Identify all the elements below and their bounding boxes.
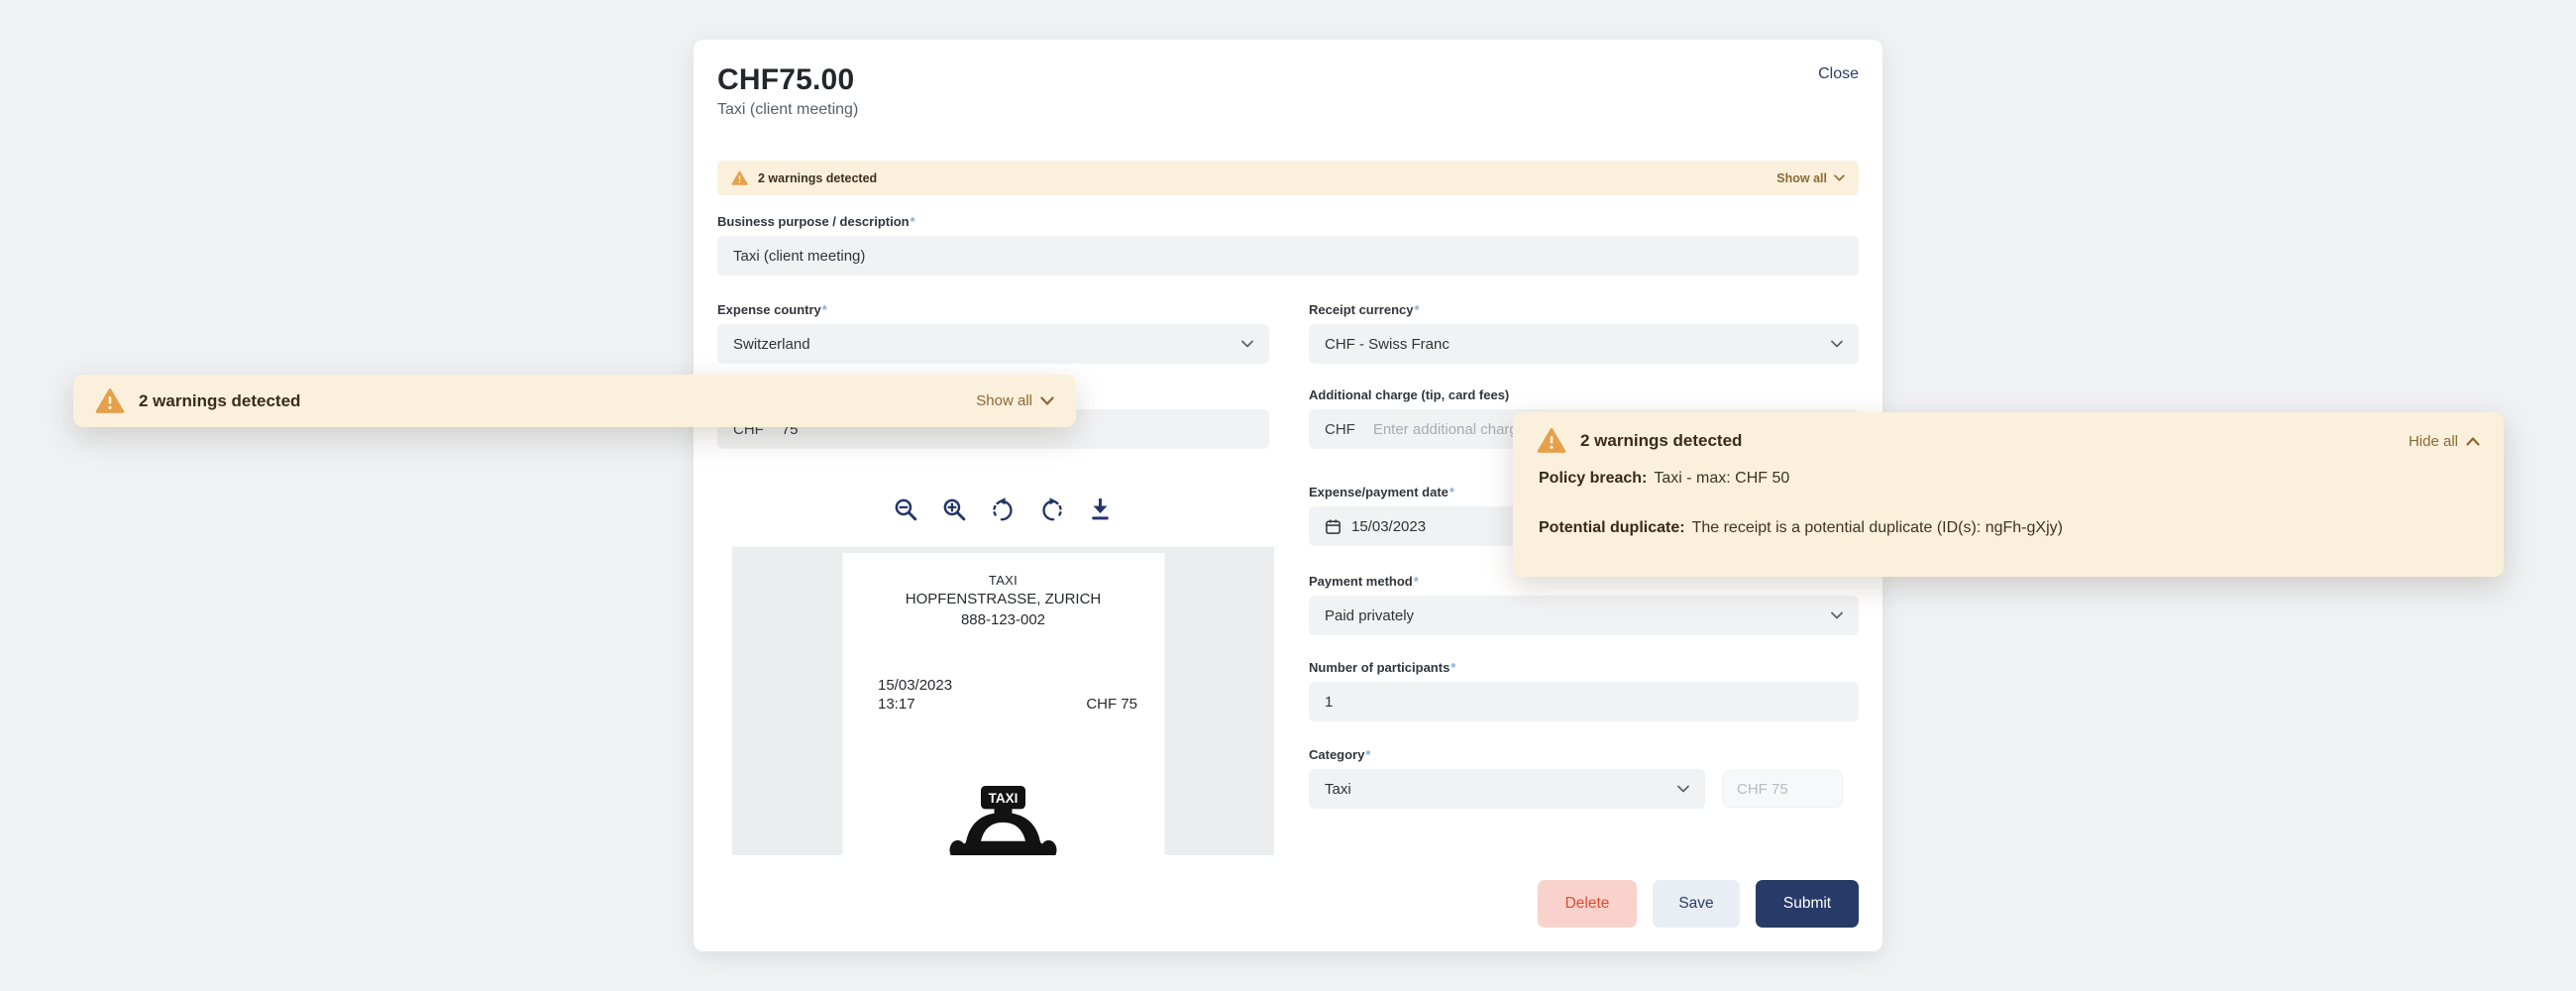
zoom-in-icon: [941, 496, 968, 523]
receipt-image: TAXI HOPFENSTRASSE, ZURICH 888-123-002 1…: [842, 553, 1164, 855]
category-value: Taxi: [1325, 781, 1351, 798]
category-amount-hint: CHF 75: [1722, 770, 1843, 808]
payment-method-select[interactable]: Paid privately: [1309, 596, 1859, 635]
chevron-down-icon: [1677, 785, 1689, 793]
banner-warning-text: 2 warnings detected: [758, 171, 877, 185]
required-mark: *: [822, 302, 827, 317]
payment-method-label: Payment method*: [1309, 574, 1419, 589]
save-button[interactable]: Save: [1653, 880, 1740, 928]
popover-warning-text: 2 warnings detected: [139, 391, 300, 411]
receipt-currency-select[interactable]: CHF - Swiss Franc: [1309, 324, 1859, 364]
warning-icon: [731, 170, 748, 186]
receipt-number: 888-123-002: [842, 611, 1164, 628]
category-label: Category*: [1309, 747, 1370, 762]
download-button[interactable]: [1087, 496, 1115, 523]
page-background: CHF75.00 Taxi (client meeting) Close 2 w…: [0, 0, 2576, 991]
required-mark: *: [1449, 485, 1454, 499]
business-purpose-label: Business purpose / description*: [717, 214, 915, 229]
warning-icon: [1537, 427, 1566, 455]
receipt-currency-value: CHF - Swiss Franc: [1325, 336, 1449, 353]
expense-date-value: 15/03/2023: [1351, 518, 1426, 535]
warnings-popover-expanded: 2 warnings detected Hide all Policy brea…: [1513, 412, 2504, 577]
popover-show-all-button[interactable]: Show all: [976, 392, 1054, 409]
popover-warning-text: 2 warnings detected: [1580, 431, 1742, 451]
zoom-out-button[interactable]: [893, 496, 920, 523]
page-title: CHF75.00: [717, 63, 854, 97]
chevron-up-icon: [2466, 437, 2480, 446]
warnings-popover-collapsed: 2 warnings detected Show all: [73, 375, 1076, 427]
category-select[interactable]: Taxi: [1309, 769, 1705, 809]
download-icon: [1087, 496, 1114, 523]
delete-button[interactable]: Delete: [1538, 880, 1637, 928]
expense-country-value: Switzerland: [733, 336, 810, 353]
calendar-icon: [1325, 518, 1342, 535]
required-mark: *: [911, 214, 915, 229]
chevron-down-icon: [1040, 396, 1054, 405]
receipt-viewer-toolbar: [732, 495, 1274, 524]
receipt-date: 15/03/2023: [878, 677, 952, 694]
warning-item-policy-breach: Policy breach:Taxi - max: CHF 50: [1539, 468, 2480, 490]
receipt-address: HOPFENSTRASSE, ZURICH: [842, 591, 1164, 607]
rotate-counterclockwise-icon: [990, 496, 1017, 523]
zoom-out-icon: [893, 496, 919, 523]
receipt-amount: CHF 75: [1086, 696, 1137, 713]
required-mark: *: [1450, 660, 1455, 675]
modal-subtitle: Taxi (client meeting): [717, 101, 858, 119]
participants-value: 1: [1325, 694, 1333, 711]
chevron-down-icon: [1831, 611, 1843, 619]
submit-button[interactable]: Submit: [1756, 880, 1859, 928]
required-mark: *: [1414, 574, 1419, 589]
banner-show-all-button[interactable]: Show all: [1776, 171, 1845, 185]
payment-method-value: Paid privately: [1325, 607, 1414, 624]
banner-show-all-label: Show all: [1776, 171, 1827, 185]
required-mark: *: [1365, 747, 1370, 762]
expense-country-label: Expense country*: [717, 302, 827, 317]
participants-label: Number of participants*: [1309, 660, 1455, 675]
close-button[interactable]: Close: [1818, 65, 1859, 83]
popover-header: 2 warnings detected Hide all: [1537, 427, 2480, 455]
warning-item-potential-duplicate: Potential duplicate:The receipt is a pot…: [1539, 517, 2480, 539]
receipt-merchant: TAXI: [842, 573, 1164, 588]
rotate-counterclockwise-button[interactable]: [990, 496, 1018, 523]
expense-date-label: Expense/payment date*: [1309, 485, 1454, 499]
warning-icon: [95, 387, 125, 415]
rotate-clockwise-button[interactable]: [1038, 496, 1066, 523]
business-purpose-input[interactable]: Taxi (client meeting): [717, 236, 1859, 275]
participants-input[interactable]: 1: [1309, 682, 1859, 721]
currency-prefix: CHF: [1325, 421, 1355, 438]
taxi-icon: TAXI: [936, 786, 1070, 855]
warnings-banner: 2 warnings detected Show all: [717, 161, 1859, 195]
rotate-clockwise-icon: [1038, 496, 1065, 523]
receipt-time: 13:17: [878, 696, 915, 713]
additional-charge-placeholder: Enter additional charge: [1373, 421, 1526, 438]
popover-hide-all-button[interactable]: Hide all: [2409, 433, 2480, 450]
popover-show-all-label: Show all: [976, 392, 1032, 409]
chevron-down-icon: [1834, 174, 1845, 181]
footer-actions: Delete Save Submit: [1538, 880, 1859, 928]
zoom-in-button[interactable]: [941, 496, 969, 523]
svg-text:TAXI: TAXI: [989, 791, 1019, 806]
additional-charge-label: Additional charge (tip, card fees): [1309, 387, 1509, 402]
expense-country-select[interactable]: Switzerland: [717, 324, 1269, 364]
chevron-down-icon: [1241, 340, 1253, 348]
popover-hide-all-label: Hide all: [2409, 433, 2458, 450]
receipt-viewer: TAXI HOPFENSTRASSE, ZURICH 888-123-002 1…: [732, 547, 1274, 855]
required-mark: *: [1415, 302, 1420, 317]
receipt-currency-label: Receipt currency*: [1309, 302, 1420, 317]
chevron-down-icon: [1831, 340, 1843, 348]
business-purpose-value: Taxi (client meeting): [733, 248, 865, 265]
